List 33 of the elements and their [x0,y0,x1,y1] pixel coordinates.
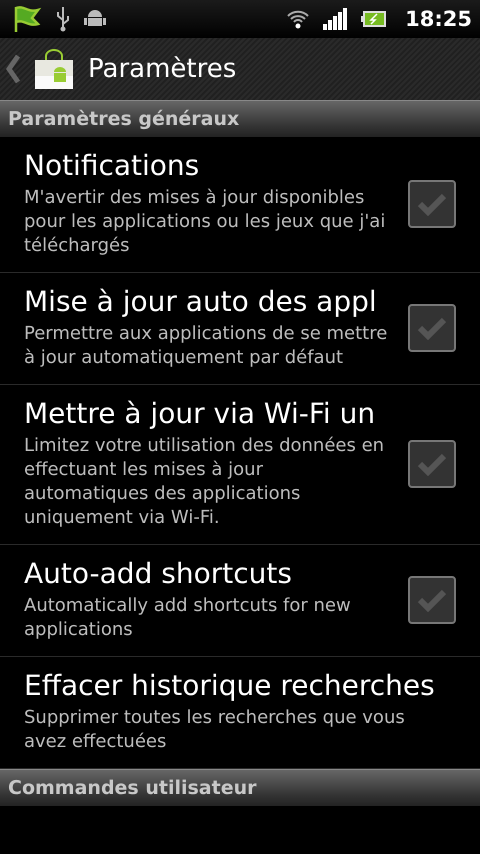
preference-row[interactable]: Notifications M'avertir des mises à jour disponibles pour les applications ou les jeux que j'ai téléchargés [0,137,480,273]
checkbox[interactable] [408,304,456,352]
preference-title: Effacer historique recherches [24,669,436,702]
usb-icon [56,6,70,32]
preference-title: Mise à jour auto des appl [24,285,378,318]
checkbox[interactable] [408,576,456,624]
preference-title: Auto-add shortcuts [24,557,293,590]
section-title: Paramètres généraux [8,108,240,130]
checkbox[interactable] [408,440,456,488]
signal-icon [323,8,348,30]
checkmark-icon [417,452,447,476]
preference-row[interactable]: Auto-add shortcuts Automatically add shortcuts for new applications [0,545,480,657]
wifi-icon [287,9,310,29]
clock: 18:25 [405,7,472,31]
preference-summary: Permettre aux applications de se mettre à jour automatiquement par défaut [24,322,388,370]
checkmark-icon [417,316,447,340]
battery-icon [361,10,388,28]
shopping-bag-icon [34,48,74,90]
screen-title: Paramètres [88,54,236,84]
checkbox[interactable] [408,180,456,228]
preference-summary: Limitez votre utilisation des données en effectuant les mises à jour automatiques des applications uniquement via Wi-Fi. [24,434,386,530]
preference-summary: Automatically add shortcuts for new applications [24,594,352,642]
preference-summary: Supprimer toutes les recherches que vous avez effectuées [24,706,406,754]
preference-row[interactable]: Mettre à jour via Wi-Fi un Limitez votre utilisation des données en effectuant les mises à jour automatiques des applications uniquement via Wi-Fi. [0,385,480,545]
preference-title: Mettre à jour via Wi-Fi un [24,397,376,430]
checkmark-icon [417,588,447,612]
back-icon[interactable] [6,54,20,84]
preference-summary: M'avertir des mises à jour disponibles pour les applications ou les jeux que j'ai téléchargés [24,186,386,258]
checkmark-icon [417,192,447,216]
flag-icon [12,5,42,33]
section-title: Commandes utilisateur [8,777,256,799]
preference-title: Notifications [24,149,200,182]
preference-row[interactable]: Mise à jour auto des appl Permettre aux applications de se mettre à jour automatiquement par défaut [0,273,480,385]
